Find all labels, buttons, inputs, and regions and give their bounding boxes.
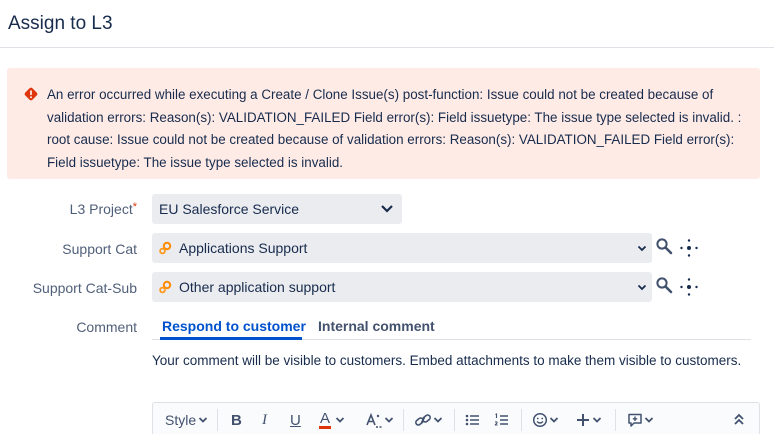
chevron-down-icon xyxy=(384,417,394,423)
canned-response-button[interactable] xyxy=(627,411,654,429)
search-icon[interactable] xyxy=(655,276,675,296)
chevron-down-icon xyxy=(637,245,647,252)
chevron-down-icon xyxy=(549,417,559,423)
comment-label: Comment xyxy=(76,319,137,335)
text-style-label: Style xyxy=(165,412,197,428)
bullet-list-icon xyxy=(465,414,479,426)
toolbar-divider xyxy=(403,409,404,431)
error-text: An error occurred while executing a Crea… xyxy=(47,87,742,170)
chevron-down-icon xyxy=(335,417,345,423)
text-format-icon xyxy=(366,412,382,428)
required-mark: * xyxy=(132,201,137,213)
comment-tabs: Respond to customer Internal comment xyxy=(152,310,751,340)
chevron-down-icon xyxy=(592,417,602,423)
tab-respond-to-customer[interactable]: Respond to customer xyxy=(162,318,306,334)
chevron-down-icon xyxy=(637,284,647,291)
more-formatting-button[interactable] xyxy=(365,411,394,429)
support-cat-value: Applications Support xyxy=(179,240,308,256)
comment-visibility-note: Your comment will be visible to customer… xyxy=(152,353,742,368)
tab-internal-comment[interactable]: Internal comment xyxy=(318,318,435,334)
text-style-dropdown[interactable]: Style xyxy=(165,411,208,429)
support-cat-label: Support Cat xyxy=(62,241,137,257)
gear-icon xyxy=(159,241,172,255)
gear-icon xyxy=(159,280,172,294)
support-cat-select[interactable]: Applications Support xyxy=(152,233,652,263)
bold-button[interactable]: B xyxy=(231,411,242,429)
support-cat-sub-value: Other application support xyxy=(179,279,336,295)
comment-add-icon xyxy=(628,413,642,427)
project-label-text: L3 Project xyxy=(69,201,133,217)
collapse-toolbar-button[interactable] xyxy=(733,411,745,429)
underline-button[interactable]: U xyxy=(290,411,301,429)
toolbar-divider xyxy=(615,409,616,431)
italic-button[interactable]: I xyxy=(262,411,267,429)
error-icon xyxy=(24,87,38,101)
editor-toolbar: Style B I U A xyxy=(152,402,760,434)
numbered-list-icon xyxy=(494,413,508,426)
tree-select-icon[interactable] xyxy=(679,238,699,258)
link-icon xyxy=(415,414,431,426)
dialog-header: Assign to L3 xyxy=(0,0,774,48)
collapse-icon xyxy=(734,413,744,425)
plus-icon xyxy=(577,414,589,426)
chevron-down-icon xyxy=(644,417,654,423)
chevron-down-icon xyxy=(198,417,208,423)
project-label: L3 Project* xyxy=(70,201,137,217)
emoji-icon xyxy=(532,412,548,428)
project-select-value: EU Salesforce Service xyxy=(159,201,300,217)
tree-select-icon[interactable] xyxy=(679,277,699,297)
numbered-list-button[interactable] xyxy=(494,411,510,429)
link-button[interactable] xyxy=(414,411,443,429)
support-cat-sub-select[interactable]: Other application support xyxy=(152,272,652,302)
support-cat-sub-label: Support Cat-Sub xyxy=(32,280,137,296)
toolbar-divider xyxy=(454,409,455,431)
bullet-list-button[interactable] xyxy=(465,411,481,429)
active-tab-indicator xyxy=(160,337,302,340)
text-color-label: A xyxy=(319,409,332,429)
chevron-down-icon xyxy=(433,417,443,423)
emoji-button[interactable] xyxy=(532,411,559,429)
search-icon[interactable] xyxy=(655,237,675,257)
chevron-down-icon xyxy=(381,205,393,213)
toolbar-divider xyxy=(521,409,522,431)
project-select[interactable]: EU Salesforce Service xyxy=(152,194,402,224)
insert-button[interactable] xyxy=(575,411,602,429)
error-message-box: An error occurred while executing a Crea… xyxy=(7,68,760,179)
dialog-title: Assign to L3 xyxy=(8,13,113,34)
text-color-button[interactable]: A xyxy=(319,411,345,429)
toolbar-divider xyxy=(217,409,218,431)
